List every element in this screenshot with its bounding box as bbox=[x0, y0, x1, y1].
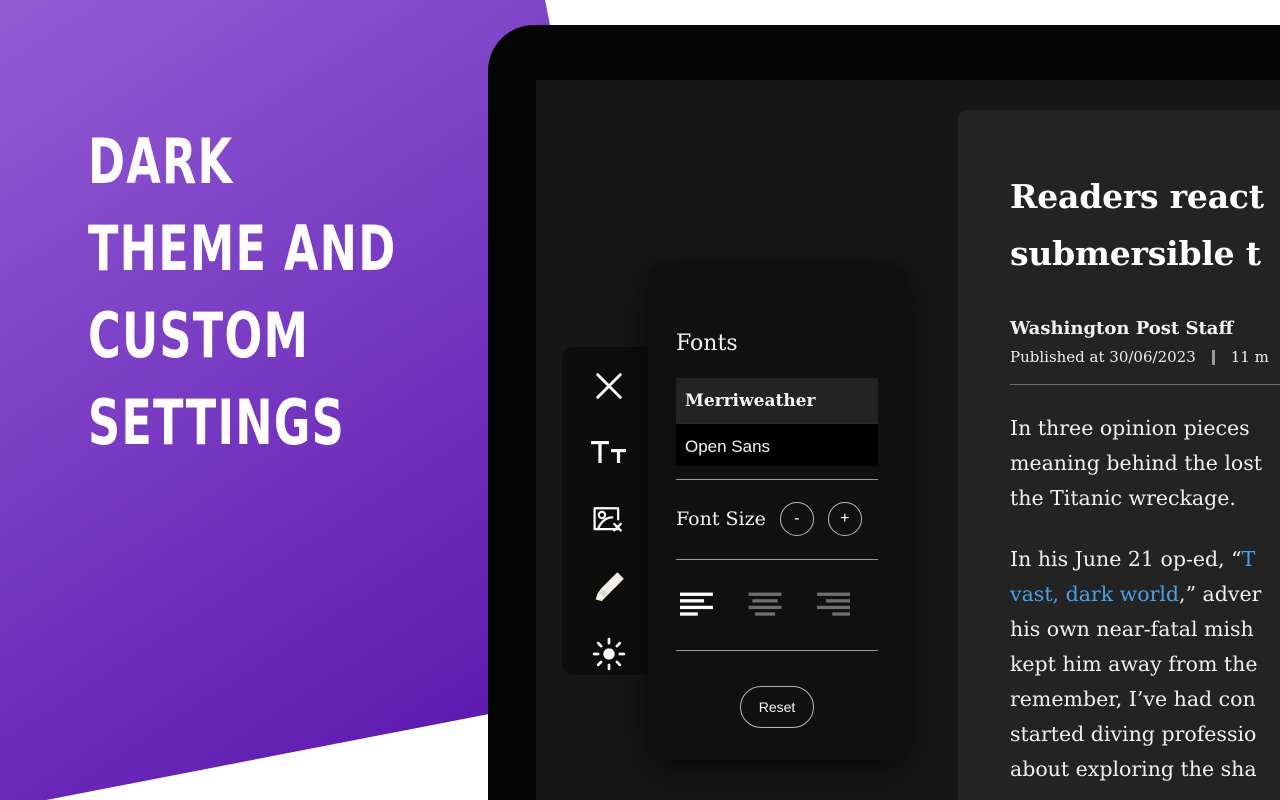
font-list-item[interactable]: Merriweather bbox=[676, 378, 878, 424]
reset-row: Reset bbox=[676, 664, 878, 728]
panel-divider bbox=[676, 479, 878, 480]
font-list-item[interactable]: Open Sans bbox=[676, 424, 878, 466]
paragraph-text: In his June 21 op-ed, “ bbox=[1010, 547, 1242, 571]
font-size-label: Font Size bbox=[676, 508, 766, 530]
article-published-date: Published at 30/06/2023 bbox=[1010, 348, 1196, 366]
fonts-section-title: Fonts bbox=[676, 331, 738, 356]
article-read-time: 11 m bbox=[1230, 348, 1269, 366]
paragraph-text: ,” adver his own near-fatal mish kept hi… bbox=[1010, 582, 1262, 781]
headline-line-2: submersible t bbox=[1010, 234, 1261, 273]
article-paragraph: In his June 21 op-ed, “T vast, dark worl… bbox=[1010, 542, 1280, 787]
meta-separator bbox=[1211, 349, 1215, 365]
close-icon[interactable] bbox=[586, 365, 632, 408]
image-off-icon[interactable] bbox=[586, 499, 632, 542]
reader-toolbar bbox=[562, 347, 656, 675]
brightness-icon[interactable] bbox=[586, 632, 632, 675]
paragraph-text: In three opinion pieces meaning behind t… bbox=[1010, 416, 1262, 510]
article-meta: Published at 30/06/2023 11 m bbox=[1010, 348, 1280, 366]
promo-headline-line: Custom bbox=[88, 299, 310, 372]
tablet-screen: Readers react submersible t Washington P… bbox=[536, 80, 1280, 800]
panel-divider bbox=[676, 650, 878, 651]
promo-headline-line: Theme and bbox=[88, 212, 397, 285]
settings-panel: Fonts Merriweather Open Sans PT Serif Fo… bbox=[648, 263, 906, 760]
font-size-control: Font Size - + bbox=[676, 493, 878, 546]
article-byline: Washington Post Staff bbox=[1010, 318, 1234, 339]
tablet-device: Readers react submersible t Washington P… bbox=[488, 25, 1280, 800]
font-size-increase-button[interactable]: + bbox=[827, 502, 862, 536]
align-right-icon[interactable] bbox=[810, 587, 852, 621]
article-paragraph: In three opinion pieces meaning behind t… bbox=[1010, 411, 1280, 516]
align-center-icon[interactable] bbox=[744, 587, 786, 621]
article-card: Readers react submersible t Washington P… bbox=[958, 110, 1280, 800]
promo-headline-line: Dark bbox=[88, 125, 234, 198]
promo-headline: Dark Theme and Custom Settings bbox=[88, 118, 488, 466]
reset-button[interactable]: Reset bbox=[739, 686, 815, 728]
text-size-icon[interactable] bbox=[586, 432, 632, 475]
promo-headline-line: Settings bbox=[88, 386, 345, 459]
text-alignment-control bbox=[676, 573, 878, 637]
article-headline: Readers react submersible t bbox=[1010, 168, 1280, 282]
panel-divider bbox=[676, 559, 878, 560]
headline-line-1: Readers react bbox=[1010, 177, 1264, 216]
align-left-icon[interactable] bbox=[678, 587, 720, 621]
highlighter-icon[interactable] bbox=[586, 565, 632, 608]
article-divider bbox=[1010, 384, 1280, 385]
font-size-decrease-button[interactable]: - bbox=[779, 502, 814, 536]
font-list[interactable]: Merriweather Open Sans PT Serif bbox=[676, 378, 878, 466]
